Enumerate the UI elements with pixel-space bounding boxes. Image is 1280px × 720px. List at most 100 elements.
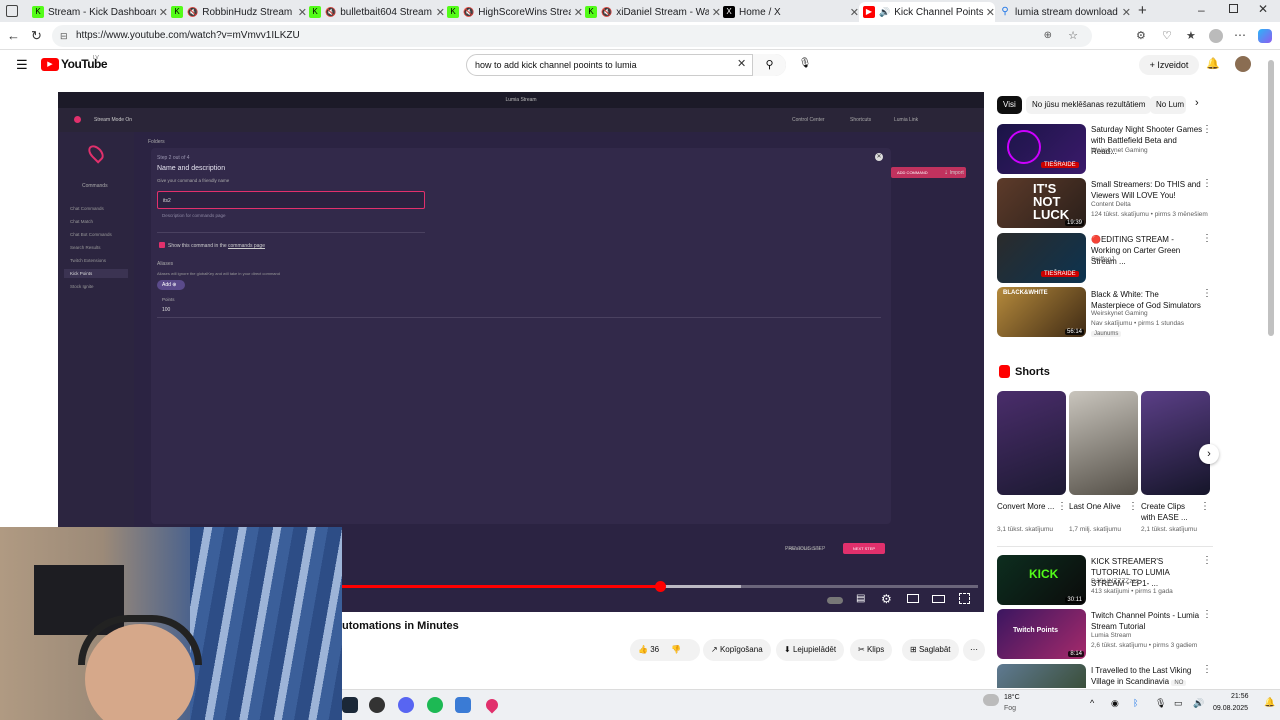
spotify-icon[interactable] <box>427 697 443 713</box>
notifications-bell-icon[interactable]: 🔔 <box>1206 57 1220 70</box>
related-channel[interactable]: Weirskynet Gaming <box>1091 147 1211 154</box>
chip-from-search[interactable]: No jūsu meklēšanas rezultātiem <box>1026 96 1152 114</box>
extensions-icon[interactable]: ⚙ <box>1136 29 1146 42</box>
tab-xidaniel[interactable]: K 🔇 xiDaniel Stream - Wat ✕ <box>585 2 721 22</box>
tab-close-icon[interactable]: ✕ <box>986 6 995 19</box>
discord-icon[interactable] <box>398 697 414 713</box>
tab-kick-dashboard[interactable]: K Stream - Kick Dashboard ✕ <box>32 2 168 22</box>
related-channel[interactable]: Weirskynet Gaming <box>1091 310 1211 317</box>
tab-close-icon[interactable]: ✕ <box>298 6 307 19</box>
shorts-next-button[interactable]: › <box>1199 444 1219 464</box>
short-thumbnail[interactable] <box>997 391 1066 495</box>
scrubber-handle[interactable] <box>655 581 666 592</box>
microphone-tray-icon[interactable]: 🎙 <box>1155 698 1166 709</box>
related-channel[interactable]: Lumia Stream <box>1091 632 1211 639</box>
save-button[interactable]: ⊞ Saglabāt <box>902 639 959 661</box>
tab-kick-channel-points[interactable]: ▶ 🔊 Kick Channel Points - ✕ <box>859 2 995 22</box>
volume-icon[interactable]: 🔊 <box>1193 698 1204 709</box>
clear-search-icon[interactable]: ✕ <box>737 57 746 70</box>
minimize-button[interactable]: – <box>1198 3 1205 17</box>
chip-from-lumia[interactable]: No Lum <box>1150 96 1186 114</box>
more-menu-icon[interactable]: ⋯ <box>1234 28 1246 42</box>
tab-close-icon[interactable]: ✕ <box>850 6 859 19</box>
clock-date[interactable]: 09.08.2025 <box>1213 705 1248 712</box>
more-options-icon[interactable]: ⋮ <box>1202 556 1212 566</box>
short-title[interactable]: Convert More ... <box>997 501 1057 512</box>
reload-button[interactable]: ↻ <box>31 28 42 44</box>
browser-essentials-icon[interactable]: ♡ <box>1162 29 1172 42</box>
site-info-icon[interactable]: ⊟ <box>60 25 68 47</box>
tab-actions-icon[interactable] <box>6 5 18 17</box>
bookmark-star-icon[interactable]: ☆ <box>1068 25 1078 47</box>
video-thumbnail[interactable]: BLACK&WHITE 56:14 <box>997 287 1086 337</box>
short-thumbnail[interactable] <box>1141 391 1210 495</box>
favorites-icon[interactable]: ★ <box>1186 29 1196 42</box>
more-options-icon[interactable]: ⋮ <box>1202 289 1212 299</box>
youtube-logo-icon[interactable]: ▶ <box>41 58 59 71</box>
related-channel[interactable]: Content Delta <box>1091 201 1211 208</box>
tab-highscorewins[interactable]: K 🔇 HighScoreWins Stream ✕ <box>447 2 583 22</box>
tab-close-icon[interactable]: ✕ <box>436 6 445 19</box>
related-title[interactable]: Black & White: The Masterpiece of God Si… <box>1091 289 1203 311</box>
video-thumbnail[interactable]: TIEŠRAIDE <box>997 124 1086 174</box>
tab-close-icon[interactable]: ✕ <box>712 6 721 19</box>
chip-all[interactable]: Visi <box>997 96 1022 114</box>
zoom-icon[interactable]: ⊕ <box>1044 25 1052 47</box>
tray-chevron-icon[interactable]: ^ <box>1090 698 1094 708</box>
more-options-icon[interactable]: ⋮ <box>1202 125 1212 135</box>
tab-close-icon[interactable]: ✕ <box>574 6 583 19</box>
search-button[interactable]: ⚲ <box>752 54 786 76</box>
new-tab-button[interactable]: + <box>1138 2 1147 19</box>
speaker-icon[interactable]: 🔊 <box>879 7 890 18</box>
video-thumbnail[interactable] <box>997 664 1086 688</box>
short-title[interactable]: Last One Alive <box>1069 501 1129 512</box>
obs-icon[interactable] <box>369 697 385 713</box>
more-options-icon[interactable]: ⋮ <box>1202 234 1212 244</box>
video-thumbnail[interactable]: KICK 30:11 <box>997 555 1086 605</box>
subtitles-icon[interactable]: ▤ <box>856 593 865 604</box>
tab-close-icon[interactable]: ✕ <box>159 6 168 19</box>
video-thumbnail[interactable]: TIEŠRAIDE <box>997 233 1086 283</box>
autoplay-toggle[interactable] <box>827 597 843 604</box>
video-thumbnail[interactable]: IT'S NOT LUCK 19:39 <box>997 178 1086 228</box>
tab-robbinhudz[interactable]: K 🔇 RobbinHudz Stream - ✕ <box>171 2 307 22</box>
muted-speaker-icon[interactable]: 🔇 <box>325 7 336 18</box>
tab-lumia-search[interactable]: ⚲ lumia stream download - N ✕ <box>999 2 1131 22</box>
share-button[interactable]: ↗ Kopīgošana <box>703 639 771 661</box>
back-button[interactable]: ← <box>7 28 20 43</box>
more-options-icon[interactable]: ⋮ <box>1200 502 1210 512</box>
related-channel[interactable]: DJGUNZZZZzzz <box>1091 578 1211 585</box>
related-channel[interactable]: SniffenJ <box>1091 256 1211 263</box>
muted-speaker-icon[interactable]: 🔇 <box>601 7 612 18</box>
address-bar[interactable]: ⊟ https://www.youtube.com/watch?v=mVmvv1… <box>52 25 1092 47</box>
youtube-logo-text[interactable]: YouTube <box>61 57 108 71</box>
profile-icon[interactable] <box>1209 29 1223 43</box>
app-icon[interactable] <box>455 697 471 713</box>
like-button[interactable]: 👍 36 👎 <box>630 639 700 661</box>
close-window-button[interactable]: ✕ <box>1258 2 1268 16</box>
short-title[interactable]: Create Clips with EASE ... <box>1141 501 1201 523</box>
fullscreen-icon[interactable] <box>959 593 970 604</box>
chevron-right-icon[interactable]: › <box>1195 97 1199 109</box>
tab-home-x[interactable]: X Home / X ✕ <box>723 2 859 22</box>
more-options-icon[interactable]: ⋮ <box>1057 502 1067 512</box>
maximize-button[interactable] <box>1229 4 1238 13</box>
muted-speaker-icon[interactable]: 🔇 <box>187 7 198 18</box>
tray-app-icon[interactable]: ◉ <box>1111 698 1119 709</box>
bluetooth-icon[interactable]: ᛒ <box>1133 698 1138 708</box>
network-icon[interactable]: ▭ <box>1174 698 1183 709</box>
tab-close-icon[interactable]: ✕ <box>1122 6 1131 19</box>
steam-icon[interactable] <box>342 697 358 713</box>
short-thumbnail[interactable] <box>1069 391 1138 495</box>
hamburger-menu-icon[interactable]: ☰ <box>16 57 28 73</box>
more-options-icon[interactable]: ⋮ <box>1202 610 1212 620</box>
page-scrollbar[interactable] <box>1268 60 1274 336</box>
clip-button[interactable]: ✂ Klips <box>850 639 893 661</box>
more-actions-button[interactable]: ⋯ <box>963 639 985 661</box>
notification-center-icon[interactable]: 🔔 <box>1264 697 1275 708</box>
video-thumbnail[interactable]: Twitch Points 8:14 <box>997 609 1086 659</box>
related-title[interactable]: Small Streamers: Do THIS and Viewers Wil… <box>1091 179 1203 201</box>
copilot-icon[interactable] <box>1258 29 1272 43</box>
create-button[interactable]: + Izveidot <box>1139 55 1199 75</box>
avatar[interactable] <box>1235 56 1251 72</box>
